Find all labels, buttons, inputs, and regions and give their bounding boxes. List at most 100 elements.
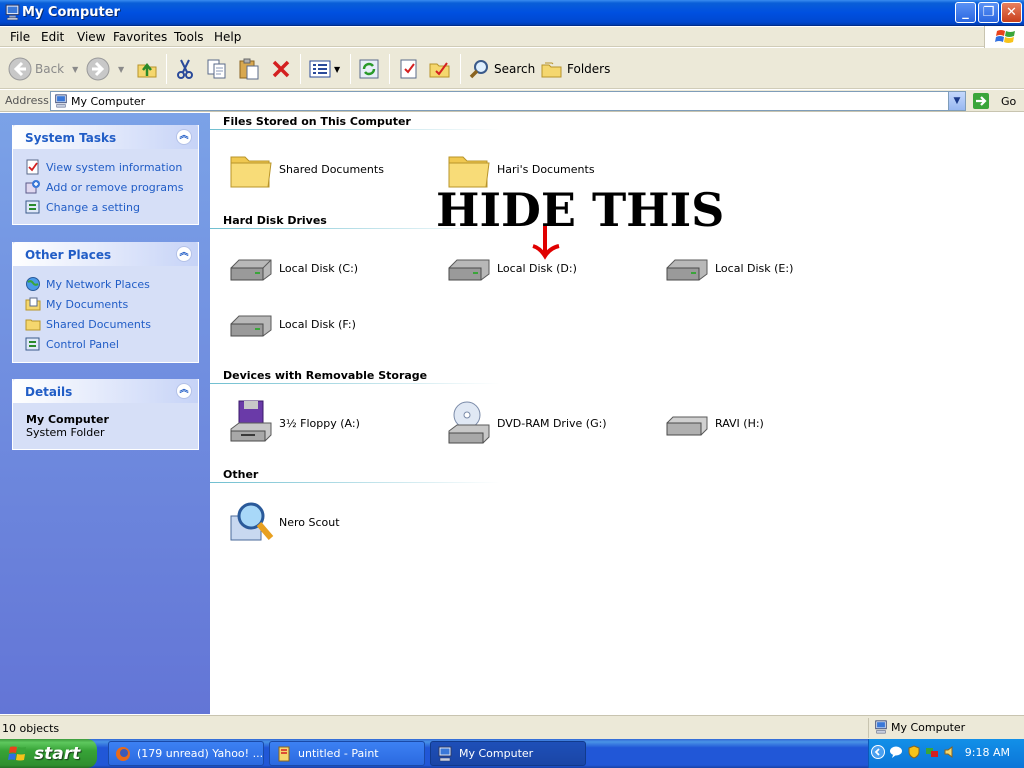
system-tasks-header[interactable]: System Tasks ︽ — [13, 125, 198, 149]
paste-button[interactable] — [237, 55, 261, 83]
start-button[interactable]: start — [0, 739, 97, 768]
properties-button[interactable] — [397, 55, 421, 83]
shared-documents-item[interactable]: Shared Documents — [227, 145, 384, 193]
menu-tools[interactable]: Tools — [174, 30, 204, 44]
system-tasks-panel: System Tasks ︽ View system information A… — [12, 125, 199, 225]
details-panel: Details ︽ My Computer System Folder — [12, 379, 199, 450]
clock[interactable]: 9:18 AM — [965, 746, 1010, 759]
local-disk-e-item[interactable]: Local Disk (E:) — [663, 244, 793, 292]
shared-documents-link[interactable]: Shared Documents — [25, 314, 198, 334]
back-dropdown-icon: ▼ — [72, 64, 79, 74]
menu-view[interactable]: View — [77, 30, 105, 44]
windows-logo-icon — [984, 26, 1024, 48]
details-header[interactable]: Details ︽ — [13, 379, 198, 403]
views-icon — [309, 60, 331, 78]
views-button[interactable]: ▼ — [308, 55, 340, 83]
windows-logo-icon — [8, 746, 26, 760]
show-hidden-icons-chevron[interactable] — [871, 745, 885, 759]
collapse-chevron-icon[interactable]: ︽ — [176, 246, 192, 262]
hide-this-annotation: HIDE THIS — [436, 183, 725, 237]
address-input[interactable]: My Computer ▼ — [50, 91, 966, 111]
menu-file[interactable]: File — [10, 30, 30, 44]
my-documents-link[interactable]: My Documents — [25, 294, 198, 314]
window-title: My Computer — [22, 5, 120, 20]
forward-button[interactable]: ▼ — [86, 55, 124, 83]
scissors-icon — [177, 59, 193, 79]
delete-button[interactable] — [269, 55, 293, 83]
dvd-drive-icon — [448, 401, 490, 444]
paint-icon — [278, 746, 290, 761]
search-button[interactable]: Search — [467, 55, 535, 83]
up-folder-button[interactable] — [135, 55, 159, 83]
system-tray: 9:18 AM — [868, 739, 1024, 768]
my-computer-icon — [875, 720, 887, 734]
taskbar: start (179 unread) Yahoo! ... untitled -… — [0, 739, 1024, 768]
my-documents-icon — [25, 297, 41, 311]
dvd-ram-drive-g-item[interactable]: DVD-RAM Drive (G:) — [445, 399, 607, 447]
removable-drive-icon — [666, 416, 708, 436]
folders-icon — [541, 62, 562, 78]
control-panel-icon — [25, 337, 40, 351]
copy-button[interactable] — [205, 55, 229, 83]
task-pane: System Tasks ︽ View system information A… — [0, 113, 210, 714]
other-places-panel: Other Places ︽ My Network Places My Docu… — [12, 242, 199, 363]
change-a-setting-link[interactable]: Change a setting — [25, 197, 198, 217]
hard-drive-icon — [230, 259, 272, 281]
sync-button[interactable] — [357, 55, 381, 83]
folders-button[interactable]: Folders — [540, 55, 610, 83]
floppy-a-item[interactable]: 3½ Floppy (A:) — [227, 399, 360, 447]
menu-help[interactable]: Help — [214, 30, 241, 44]
menu-bar: File Edit View Favorites Tools Help — [0, 27, 1024, 47]
floppy-drive-icon — [230, 400, 272, 442]
forward-dropdown-icon: ▼ — [118, 64, 125, 74]
group-header-hard-disks: Hard Disk Drives — [223, 214, 327, 227]
local-disk-f-item[interactable]: Local Disk (F:) — [227, 300, 356, 348]
folder-options-button[interactable] — [428, 55, 452, 83]
nero-scout-item[interactable]: Nero Scout — [227, 498, 340, 546]
my-computer-icon — [438, 746, 452, 761]
taskbar-item-yahoo[interactable]: (179 unread) Yahoo! ... — [108, 741, 264, 766]
hard-drive-icon — [448, 259, 490, 281]
hard-drive-icon — [666, 259, 708, 281]
messenger-icon[interactable] — [889, 745, 903, 759]
details-name: My Computer — [26, 413, 109, 426]
taskbar-item-paint[interactable]: untitled - Paint — [269, 741, 425, 766]
sync-icon — [359, 59, 379, 79]
status-object-count: 10 objects — [2, 722, 60, 735]
view-system-information-link[interactable]: View system information — [25, 157, 198, 177]
volume-icon[interactable] — [943, 745, 957, 759]
views-dropdown-icon: ▼ — [334, 64, 341, 74]
collapse-chevron-icon[interactable]: ︽ — [176, 129, 192, 145]
address-bar: Address My Computer ▼ Go — [0, 90, 1024, 112]
other-places-header[interactable]: Other Places ︽ — [13, 242, 198, 266]
collapse-chevron-icon[interactable]: ︽ — [176, 383, 192, 399]
close-button[interactable]: ✕ — [1001, 2, 1022, 23]
group-header-removable: Devices with Removable Storage — [223, 369, 428, 382]
paste-icon — [239, 58, 259, 80]
copy-icon — [207, 59, 226, 79]
title-bar[interactable]: My Computer _ ❐ ✕ — [0, 0, 1024, 26]
status-location: My Computer — [874, 720, 965, 734]
local-disk-c-item[interactable]: Local Disk (C:) — [227, 244, 358, 292]
back-button[interactable]: Back ▼ — [8, 55, 78, 83]
add-remove-programs-link[interactable]: Add or remove programs — [25, 177, 198, 197]
ravi-h-item[interactable]: RAVI (H:) — [663, 399, 764, 447]
address-value: My Computer — [71, 95, 146, 108]
security-shield-icon[interactable] — [907, 745, 921, 759]
folder-icon — [25, 319, 41, 331]
my-network-places-link[interactable]: My Network Places — [25, 274, 198, 294]
up-folder-icon — [137, 62, 157, 78]
control-panel-link[interactable]: Control Panel — [25, 334, 198, 354]
go-button[interactable]: Go — [972, 92, 1016, 110]
address-label: Address — [5, 94, 49, 107]
cut-button[interactable] — [173, 55, 197, 83]
minimize-button[interactable]: _ — [955, 2, 976, 23]
taskbar-item-my-computer[interactable]: My Computer — [430, 741, 586, 766]
address-dropdown-button[interactable]: ▼ — [948, 92, 965, 110]
network-icon[interactable] — [925, 745, 939, 759]
toolbar: Back ▼ ▼ ▼ Search Folders — [0, 48, 1024, 89]
maximize-button[interactable]: ❐ — [978, 2, 999, 23]
menu-favorites[interactable]: Favorites — [113, 30, 167, 44]
firefox-icon — [116, 746, 130, 761]
menu-edit[interactable]: Edit — [41, 30, 64, 44]
